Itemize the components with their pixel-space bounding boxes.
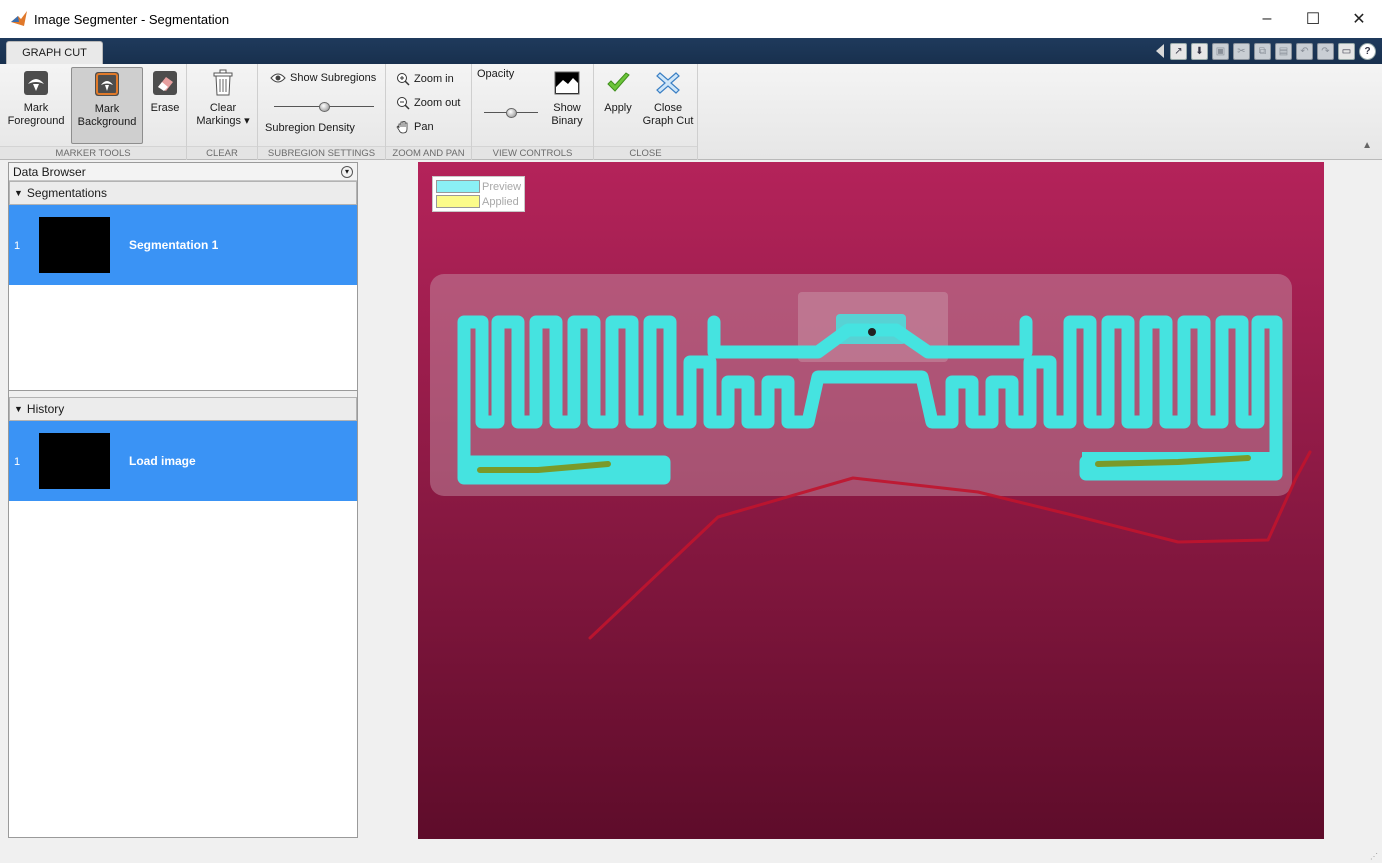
zoom-out-button[interactable]: Zoom out	[396, 96, 460, 110]
window-title: Image Segmenter - Segmentation	[34, 11, 230, 27]
rfid-tag-image[interactable]	[418, 162, 1324, 839]
undock-icon[interactable]: ↗	[1170, 42, 1187, 60]
legend-applied-label: Applied	[482, 195, 519, 208]
legend-preview-label: Preview	[482, 180, 522, 193]
subregion-density-slider[interactable]	[274, 102, 374, 112]
subregion-settings-group: Show Subregions Subregion Density SUBREG…	[258, 64, 386, 160]
data-browser-header: Data Browser ▾	[9, 163, 357, 181]
pan-button[interactable]: Pan	[396, 120, 434, 134]
eraser-icon	[150, 68, 180, 98]
group-label-marker-tools: MARKER TOOLS	[0, 146, 186, 159]
matlab-logo-icon	[11, 11, 27, 26]
erase-button[interactable]: Erase	[145, 68, 185, 115]
group-label-view-controls: VIEW CONTROLS	[472, 146, 593, 159]
apply-button[interactable]: Apply	[598, 68, 638, 115]
group-label-clear: CLEAR	[187, 146, 257, 159]
history-name: Load image	[129, 454, 196, 468]
subregion-density-label: Subregion Density	[265, 122, 355, 134]
maximize-button[interactable]: ☐	[1290, 0, 1336, 38]
zoom-pan-group: Zoom in Zoom out Pan ZOOM AND PAN	[386, 64, 472, 160]
redo-icon[interactable]: ↷	[1317, 42, 1334, 60]
checkmark-icon	[603, 68, 633, 98]
close-graph-cut-button[interactable]: Close Graph Cut	[640, 68, 696, 128]
group-label-subregion-settings: SUBREGION SETTINGS	[258, 146, 385, 159]
quick-access-toolbar: ↗ ⬇ ▣ ✂ ⧉ ▤ ↶ ↷ ▭ ?	[1156, 42, 1376, 60]
opacity-slider[interactable]	[484, 108, 538, 118]
collapse-triangle-icon: ▼	[14, 404, 23, 414]
preview-swatch	[436, 180, 480, 193]
mark-background-icon	[92, 69, 122, 99]
trash-icon	[208, 68, 238, 98]
image-canvas-area: Preview Applied	[362, 162, 1382, 848]
collapse-triangle-icon: ▼	[14, 188, 23, 198]
tab-graph-cut[interactable]: GRAPH CUT	[6, 41, 103, 64]
data-browser-title: Data Browser	[13, 164, 86, 179]
show-subregions-button[interactable]: Show Subregions	[270, 72, 376, 84]
tab-strip: GRAPH CUT ↗ ⬇ ▣ ✂ ⧉ ▤ ↶ ↷ ▭ ?	[0, 38, 1382, 64]
history-thumbnail	[39, 433, 110, 489]
binary-mask-icon	[552, 68, 582, 98]
show-binary-button[interactable]: Show Binary	[544, 68, 590, 128]
panel-menu-icon[interactable]: ▾	[341, 165, 353, 178]
opacity-slider-thumb[interactable]	[505, 108, 517, 118]
segmentation-thumbnail	[39, 217, 110, 273]
legend-applied: Applied	[436, 194, 521, 209]
cut-icon[interactable]: ✂	[1233, 42, 1250, 60]
zoom-in-button[interactable]: Zoom in	[396, 72, 454, 86]
mark-foreground-icon	[21, 68, 51, 98]
group-label-close: CLOSE	[594, 146, 697, 159]
opacity-label: Opacity	[477, 68, 515, 80]
clear-group: Clear Markings ▾ CLEAR	[187, 64, 258, 160]
minimize-button[interactable]: –	[1244, 0, 1290, 38]
segmentation-name: Segmentation 1	[129, 238, 219, 252]
segmentations-list: 1 Segmentation 1	[9, 205, 357, 391]
history-list: 1 Load image	[9, 421, 357, 501]
close-window-button[interactable]: ✕	[1336, 0, 1382, 38]
layout-icon[interactable]: ▭	[1338, 42, 1355, 60]
subregion-density-thumb[interactable]	[318, 102, 330, 112]
pan-hand-icon	[396, 121, 408, 134]
collapse-ribbon-icon[interactable]: ▲	[1362, 140, 1372, 151]
segmentation-index: 1	[14, 240, 21, 252]
legend-preview: Preview	[436, 179, 521, 194]
title-bar: Image Segmenter - Segmentation – ☐ ✕	[0, 0, 1382, 38]
undo-icon[interactable]: ↶	[1296, 42, 1313, 60]
segmentation-item[interactable]: 1 Segmentation 1	[9, 205, 357, 285]
mark-foreground-button[interactable]: Mark Foreground	[3, 68, 69, 128]
help-icon[interactable]: ?	[1359, 42, 1376, 60]
zoom-in-icon	[397, 73, 410, 86]
history-item[interactable]: 1 Load image	[9, 421, 357, 501]
group-label-zoom-pan: ZOOM AND PAN	[386, 146, 471, 159]
segmentation-image[interactable]: Preview Applied	[418, 162, 1324, 839]
history-index: 1	[14, 456, 21, 468]
history-section-header[interactable]: ▼ History	[9, 397, 357, 421]
marker-tools-group: Mark Foreground Mark Background Erase MA…	[0, 64, 187, 160]
segmentations-section-header[interactable]: ▼ Segmentations	[9, 181, 357, 205]
close-x-icon	[653, 68, 683, 98]
status-bar: ⋰	[0, 848, 1382, 863]
zoom-out-icon	[397, 97, 410, 110]
clear-markings-button[interactable]: Clear Markings ▾	[190, 68, 256, 128]
resize-grip-icon[interactable]: ⋰	[1370, 852, 1378, 861]
eye-icon	[270, 73, 286, 83]
dock-icon[interactable]: ⬇	[1191, 42, 1208, 60]
save-icon[interactable]: ▣	[1212, 42, 1229, 60]
toolbar-collapse-arrow-icon[interactable]	[1156, 44, 1164, 58]
ribbon: Mark Foreground Mark Background Erase MA…	[0, 64, 1382, 160]
applied-swatch	[436, 195, 480, 208]
paste-icon[interactable]: ▤	[1275, 42, 1292, 60]
copy-icon[interactable]: ⧉	[1254, 42, 1271, 60]
close-group: Apply Close Graph Cut CLOSE	[594, 64, 698, 160]
view-controls-group: Opacity Show Binary VIEW CONTROLS	[472, 64, 594, 160]
mark-background-button[interactable]: Mark Background	[71, 67, 143, 144]
data-browser-panel: Data Browser ▾ ▼ Segmentations 1 Segment…	[8, 162, 358, 838]
overlay-legend: Preview Applied	[432, 176, 526, 212]
